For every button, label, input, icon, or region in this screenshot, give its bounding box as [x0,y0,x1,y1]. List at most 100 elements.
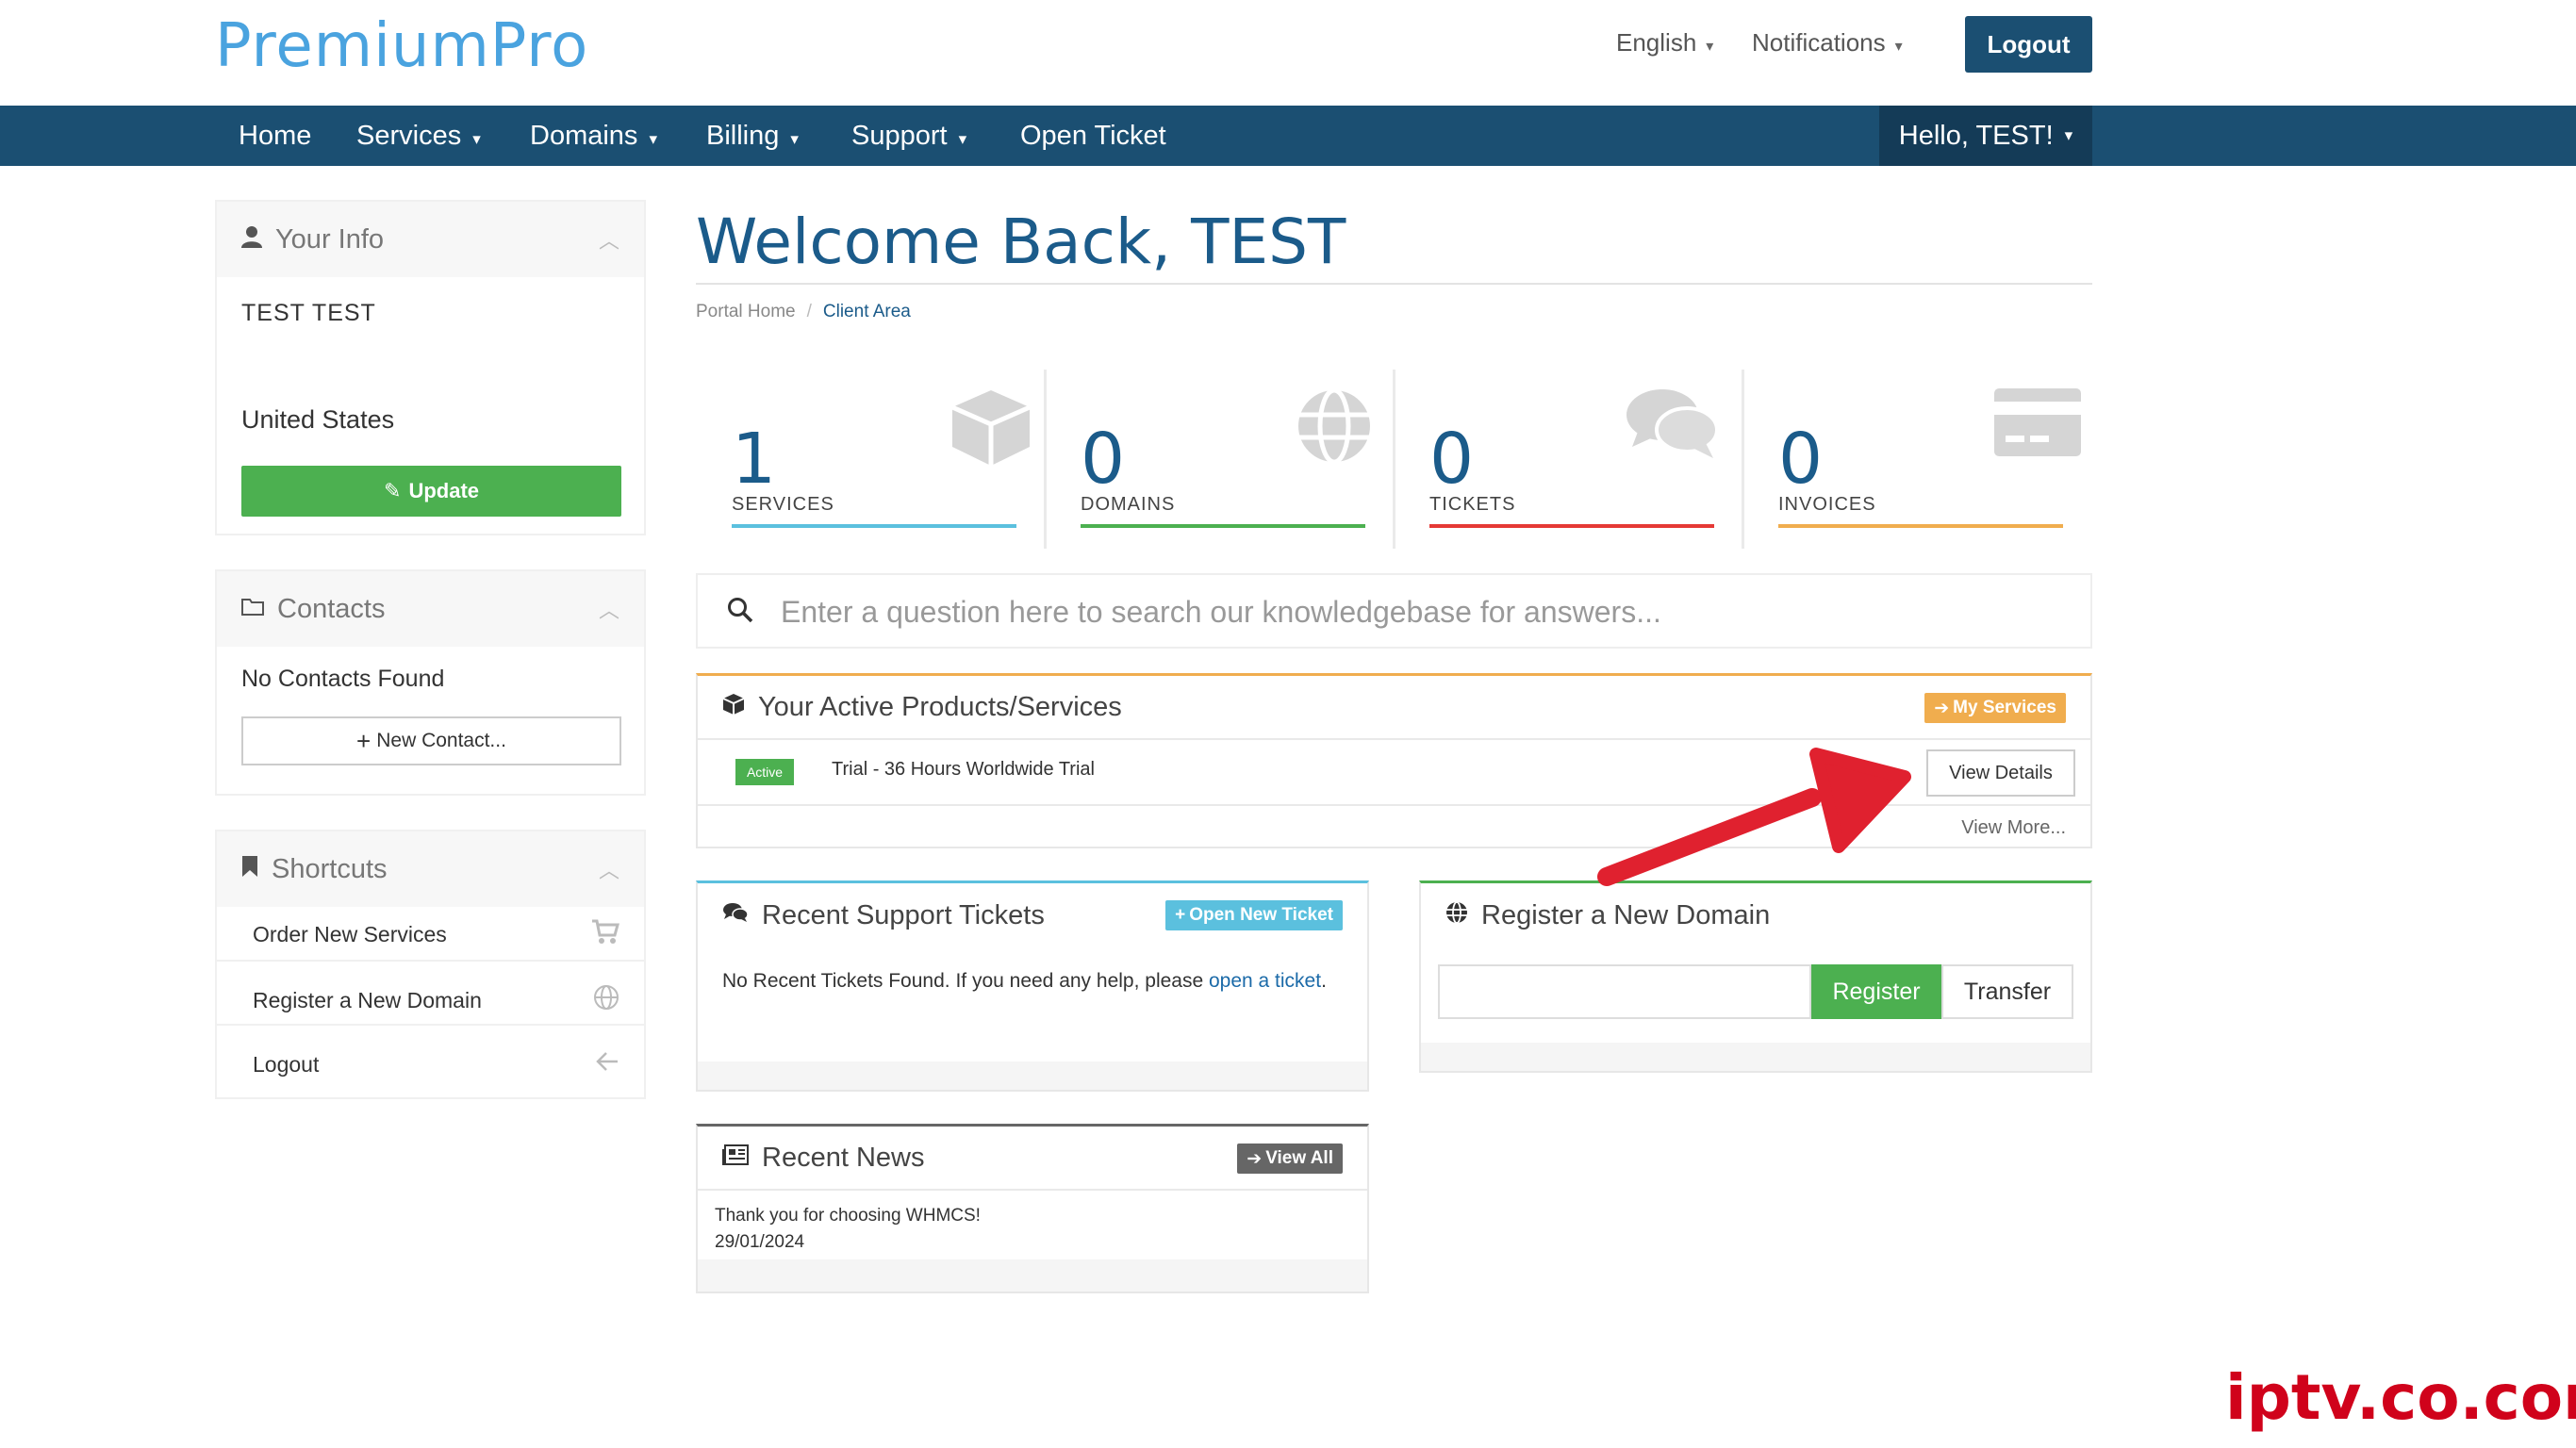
arrow-right-icon: ➔ [1934,698,1950,718]
your-info-panel: Your Info ︿ TEST TEST United States ✎ Upd… [215,200,646,535]
plus-icon: + [356,726,372,755]
new-contact-label: New Contact... [376,730,506,751]
shortcuts-header[interactable]: Shortcuts ︿ [217,831,644,907]
active-products-header: Your Active Products/Services ➔ My Servic… [698,676,2090,740]
client-country: United States [241,405,395,434]
user-greeting: Hello, TEST! [1898,120,2054,151]
your-info-header[interactable]: Your Info ︿ [217,202,644,277]
language-label: English [1616,28,1697,57]
plus-icon: + [1175,905,1186,925]
cube-icon [722,693,745,722]
annotation-arrow-icon [1593,745,1914,900]
nav-home[interactable]: Home [239,106,311,166]
credit-card-icon [1992,387,2083,463]
nav-services[interactable]: Services ▾ [356,106,481,166]
caret-down-icon: ▾ [958,130,967,148]
recent-news-title: Recent News [762,1142,925,1173]
nav-support[interactable]: Support ▾ [851,106,966,166]
view-all-label: View All [1265,1148,1333,1168]
search-icon [726,596,754,629]
domain-input[interactable] [1438,964,1811,1019]
top-header: PremiumPro English ▾ Notifications ▾ Logou… [0,0,2576,106]
no-contacts-text: No Contacts Found [241,666,445,692]
stat-invoices-value: 0 [1778,419,1824,500]
site-logo[interactable]: PremiumPro [215,11,588,81]
shortcuts-title: Shortcuts [272,853,388,884]
nav-open-ticket-label: Open Ticket [1020,121,1166,151]
update-label: Update [408,479,479,502]
recent-news-card: Recent News ➔ View All Thank you for choo… [696,1124,1369,1293]
no-tickets-text: No Recent Tickets Found. If you need any… [722,966,1345,996]
view-all-news-button[interactable]: ➔ View All [1237,1144,1343,1174]
user-icon [241,225,262,255]
transfer-button[interactable]: Transfer [1941,964,2073,1019]
stat-services[interactable]: 1 SERVICES [698,370,1043,549]
shortcuts-panel: Shortcuts ︿ Order New Services Register … [215,830,646,1099]
register-domain-title: Register a New Domain [1481,899,1771,930]
news-item-title[interactable]: Thank you for choosing WHMCS! [715,1206,981,1226]
contacts-title: Contacts [277,593,386,624]
stat-invoices[interactable]: 0 INVOICES [1742,370,2087,549]
language-menu[interactable]: English ▾ [1616,28,1713,58]
stat-tickets-label: TICKETS [1429,494,1516,515]
user-menu[interactable]: Hello, TEST! ▾ [1879,106,2092,166]
caret-down-icon: ▾ [472,130,481,148]
no-tickets-period: . [1321,970,1327,992]
stat-tickets[interactable]: 0 TICKETS [1393,370,1738,549]
notifications-menu[interactable]: Notifications ▾ [1752,28,1903,58]
breadcrumb-separator: / [806,302,812,321]
nav-open-ticket[interactable]: Open Ticket [1020,106,1166,166]
pencil-icon: ✎ [384,479,402,502]
main-navbar: Home Services ▾ Domains ▾ Billing ▾ Support… [0,106,2576,166]
shortcut-order-services[interactable]: Order New Services [253,922,447,947]
globe-icon [1295,387,1374,470]
notifications-label: Notifications [1752,28,1886,57]
caret-down-icon: ▾ [2064,126,2073,144]
nav-support-label: Support [851,121,948,151]
logout-button[interactable]: Logout [1965,16,2092,73]
shortcut-logout[interactable]: Logout [253,1052,319,1078]
shortcut-register-domain[interactable]: Register a New Domain [253,988,482,1013]
my-services-label: My Services [1953,698,2056,717]
update-button[interactable]: ✎ Update [241,466,621,517]
arrow-right-icon: ➔ [1247,1148,1263,1169]
arrow-left-icon [595,1050,619,1079]
stat-services-label: SERVICES [732,494,834,515]
breadcrumb-current[interactable]: Client Area [823,302,911,321]
register-button[interactable]: Register [1811,964,1941,1019]
stat-domains[interactable]: 0 DOMAINS [1044,370,1389,549]
chevron-up-icon[interactable]: ︿ [599,854,619,884]
stat-domains-bar [1081,524,1365,528]
register-domain-card: Register a New Domain Register Transfer [1419,880,2092,1073]
nav-domains-label: Domains [530,121,638,151]
search-input[interactable] [781,588,2063,635]
view-more-link[interactable]: View More... [1961,817,2066,839]
nav-billing-label: Billing [706,121,780,151]
stat-tickets-value: 0 [1429,419,1475,500]
nav-domains[interactable]: Domains ▾ [530,106,657,166]
contacts-header[interactable]: Contacts ︿ [217,571,644,647]
new-contact-button[interactable]: + New Contact... [241,716,621,765]
stat-tickets-bar [1429,524,1714,528]
client-name: TEST TEST [241,300,376,326]
my-services-button[interactable]: ➔ My Services [1924,693,2066,723]
nav-billing[interactable]: Billing ▾ [706,106,799,166]
breadcrumb: Portal Home / Client Area [696,302,911,322]
box-icon [949,387,1033,474]
open-new-ticket-button[interactable]: + Open New Ticket [1165,900,1343,930]
globe-icon [593,984,619,1017]
chevron-up-icon[interactable]: ︿ [599,224,619,255]
divider [217,1024,644,1026]
page-title: Welcome Back, TEST [696,206,1346,278]
view-details-button[interactable]: View Details [1926,749,2075,797]
open-new-ticket-label: Open New Ticket [1189,905,1333,925]
nav-home-label: Home [239,121,312,151]
breadcrumb-home[interactable]: Portal Home [696,302,796,321]
recent-news-header: Recent News ➔ View All [698,1127,1367,1191]
open-ticket-link[interactable]: open a ticket [1209,970,1321,992]
stat-domains-value: 0 [1081,419,1126,500]
folder-icon [241,596,264,622]
news-item-date: 29/01/2024 [715,1232,805,1252]
chevron-up-icon[interactable]: ︿ [599,594,619,624]
caret-down-icon: ▾ [1894,39,1903,55]
